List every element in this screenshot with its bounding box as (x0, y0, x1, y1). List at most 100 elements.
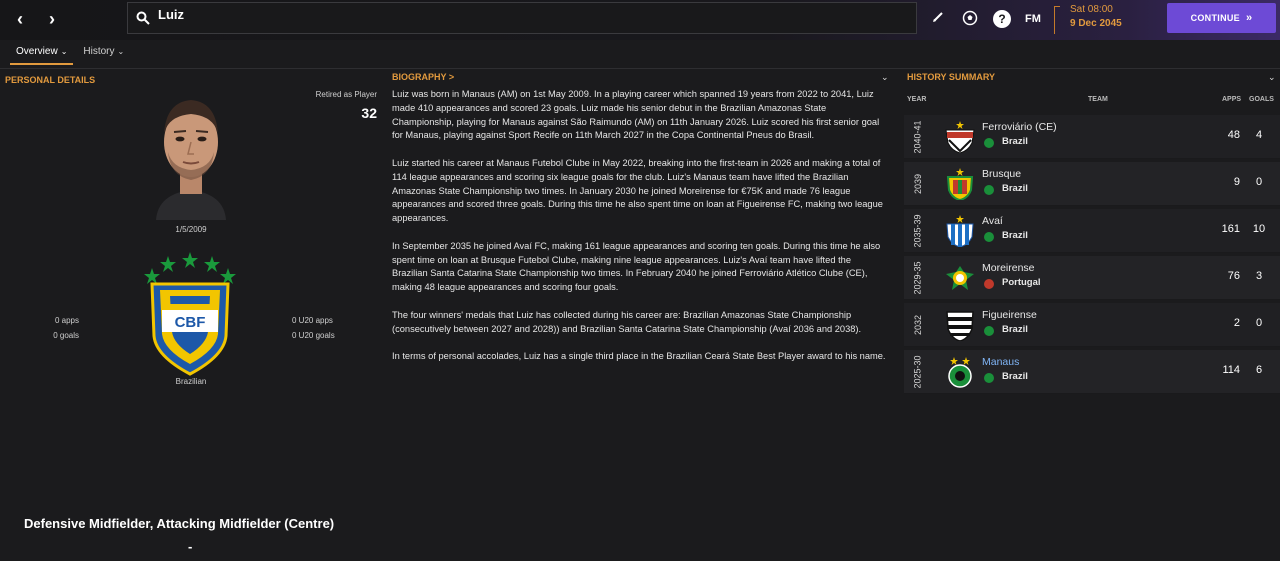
tab-overview[interactable]: Overview ⌄ (8, 42, 75, 65)
edit-icon[interactable] (929, 10, 947, 28)
senior-apps: 0 apps (54, 316, 79, 325)
fm-logo-icon[interactable]: FM (1024, 10, 1042, 28)
history-row[interactable]: 2039 Brusque Brazil 9 0 (904, 162, 1280, 206)
biography-title-link[interactable]: BIOGRAPHY > (392, 72, 454, 82)
manaus-badge-icon (948, 357, 972, 388)
history-summary-title: HISTORY SUMMARY (907, 72, 996, 82)
row-year: 2035-39 (913, 214, 923, 248)
portugal-flag-icon (984, 279, 994, 289)
u20-goals: 0 U20 goals (292, 331, 335, 340)
header-team: TEAM (1088, 96, 1108, 103)
row-year: 2039 (913, 173, 923, 195)
chevron-down-icon[interactable]: ⌄ (881, 72, 889, 83)
club-link[interactable]: Manaus (982, 356, 1019, 368)
senior-stats: 0 apps 0 goals (30, 313, 79, 343)
tab-history[interactable]: History ⌄ (75, 42, 132, 65)
history-row[interactable]: 2029-35 Moreirense Portugal 76 3 (904, 256, 1280, 300)
history-row[interactable]: 2025-30 Manaus Brazil 114 6 (904, 350, 1280, 394)
position-dash: - (188, 539, 193, 554)
top-bar: ‹ › Luiz ? FM Sat 08:00 9 Dec 2045 CONTI… (0, 0, 1280, 40)
club-country: Brazil (1002, 324, 1028, 335)
retired-age: 32 (361, 105, 377, 121)
avai-badge-icon (946, 215, 974, 247)
tab-label: History (83, 46, 115, 57)
club-country: Brazil (1002, 371, 1028, 382)
date-time: Sat 08:00 (1070, 4, 1113, 15)
biography-text: Luiz was born in Manaus (AM) on 1st May … (392, 88, 886, 378)
u20-stats: 0 U20 apps 0 U20 goals (292, 313, 335, 343)
tab-label: Overview (16, 46, 58, 57)
retired-label: Retired as Player (315, 90, 377, 99)
game-date: Sat 08:00 9 Dec 2045 (1054, 4, 1122, 34)
divider (0, 68, 1280, 69)
row-apps: 76 (1227, 270, 1240, 282)
club-country: Portugal (1002, 277, 1041, 288)
row-year: 2029-35 (913, 261, 923, 295)
search-bar[interactable]: Luiz (127, 2, 917, 34)
national-team-crest[interactable]: CBF (144, 252, 236, 376)
u20-apps: 0 U20 apps (292, 316, 333, 325)
club-link[interactable]: Figueirense (982, 309, 1037, 321)
fac-badge-icon (945, 121, 975, 153)
history-row[interactable]: 2035-39 Avaí Brazil 161 10 (904, 209, 1280, 253)
row-goals: 6 (1255, 364, 1263, 376)
club-link[interactable]: Avaí (982, 215, 1003, 227)
brazil-flag-icon (984, 232, 994, 242)
club-link[interactable]: Brusque (982, 168, 1021, 180)
club-country: Brazil (1002, 230, 1028, 241)
search-query: Luiz (158, 7, 184, 22)
moreirense-badge-icon (946, 266, 974, 290)
player-face-image (148, 90, 234, 220)
bio-paragraph: The four winners' medals that Luiz has c… (392, 309, 862, 334)
football-icon[interactable] (961, 10, 979, 28)
player-position: Defensive Midfielder, Attacking Midfield… (24, 516, 335, 531)
row-year: 2032 (913, 314, 923, 336)
chevron-down-icon: ⌄ (117, 47, 125, 56)
date-of-birth: 1/5/2009 (175, 225, 207, 234)
row-apps: 161 (1221, 223, 1240, 235)
history-row[interactable]: 2040-41 Ferroviário (CE) Brazil 48 4 (904, 115, 1280, 159)
date-day: 9 Dec 2045 (1070, 18, 1122, 29)
brazil-flag-icon (984, 373, 994, 383)
brazil-flag-icon (984, 138, 994, 148)
forward-arrow-icon[interactable]: › (41, 8, 63, 30)
search-icon (136, 11, 150, 25)
row-apps: 9 (1233, 176, 1240, 188)
bio-paragraph: In September 2035 he joined Avaí FC, mak… (392, 240, 881, 293)
club-link[interactable]: Ferroviário (CE) (982, 121, 1057, 133)
continue-button[interactable]: CONTINUE » (1167, 3, 1276, 33)
brazil-flag-icon (984, 326, 994, 336)
date-bracket (1054, 6, 1060, 34)
help-icon[interactable]: ? (993, 10, 1011, 28)
bio-paragraph: In terms of personal accolades, Luiz has… (392, 351, 886, 362)
header-year: YEAR (907, 96, 927, 103)
crest-text: CBF (175, 314, 206, 331)
chevron-down-icon: ⌄ (60, 47, 68, 56)
row-apps: 2 (1233, 317, 1240, 329)
chevron-down-icon[interactable]: ⌄ (1268, 72, 1276, 83)
row-goals: 4 (1255, 129, 1263, 141)
row-goals: 0 (1255, 317, 1263, 329)
senior-goals: 0 goals (53, 331, 79, 340)
row-goals: 0 (1255, 176, 1263, 188)
row-year: 2025-30 (913, 355, 923, 389)
row-apps: 48 (1227, 129, 1240, 141)
club-link[interactable]: Moreirense (982, 262, 1035, 274)
header-apps: APPS (1222, 96, 1242, 103)
history-row[interactable]: 2032 Figueirense Brazil 2 0 (904, 303, 1280, 347)
tab-bar: Overview ⌄ History ⌄ (8, 42, 132, 65)
bio-paragraph: Luiz was born in Manaus (AM) on 1st May … (392, 89, 880, 141)
club-country: Brazil (1002, 136, 1028, 147)
double-chevron-right-icon: » (1245, 12, 1253, 24)
row-goals: 10 (1252, 223, 1266, 235)
row-goals: 3 (1255, 270, 1263, 282)
figueirense-badge-icon (946, 311, 974, 341)
header-goals: GOALS (1249, 96, 1274, 103)
brazil-flag-icon (984, 185, 994, 195)
personal-details-title: PERSONAL DETAILS (5, 75, 96, 85)
club-country: Brazil (1002, 183, 1028, 194)
brusque-badge-icon (946, 168, 974, 200)
row-apps: 114 (1222, 364, 1240, 376)
continue-label: CONTINUE (1190, 13, 1240, 23)
back-arrow-icon[interactable]: ‹ (9, 8, 31, 30)
